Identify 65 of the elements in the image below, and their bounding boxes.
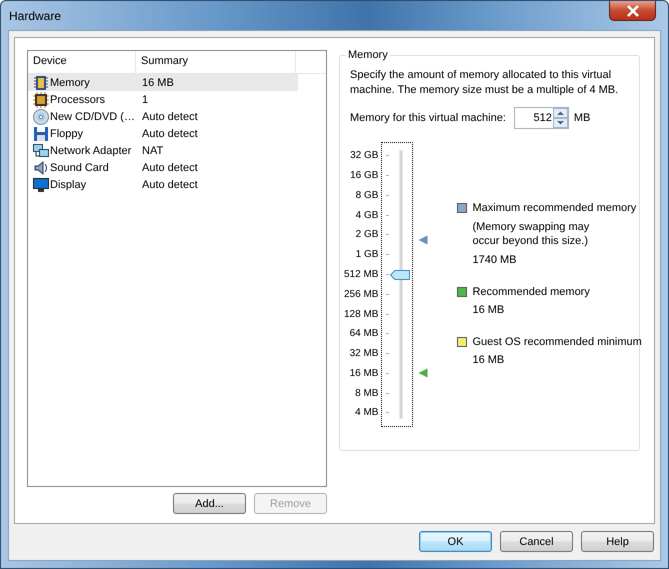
device-name: Display (50, 178, 86, 190)
close-icon (626, 4, 640, 16)
display-icon (33, 176, 49, 192)
dialog-button[interactable]: Cancel (500, 531, 573, 552)
scale-label: 128 MB (344, 308, 378, 320)
description-text: Specify the amount of memory allocated to this virtual machine. The memory size must be a multiple of 4 MB. (350, 68, 620, 98)
device-row[interactable]: New CD/DVD (… Auto detect (28, 108, 298, 125)
scale-label: 8 MB (355, 388, 378, 399)
memory-icon (33, 74, 49, 90)
device-row[interactable]: Memory 16 MB (28, 74, 298, 91)
legend-value: 16 MB (471, 304, 506, 316)
sound-icon (33, 160, 49, 176)
list-button[interactable]: Add... (173, 493, 246, 514)
legend-note: (Memory swapping may occur beyond this size.) (471, 220, 590, 248)
device-row[interactable]: Processors 1 (28, 91, 298, 108)
device-summary: NAT (141, 144, 164, 156)
device-summary: 1 (141, 94, 148, 106)
device-name: Floppy (50, 128, 84, 140)
device-name: Processors (50, 94, 106, 106)
scale-label: 32 MB (350, 348, 378, 360)
scale-label: 16 GB (350, 170, 378, 182)
device-row[interactable]: Display Auto detect (28, 176, 298, 193)
scale-label: 4 GB (356, 210, 378, 221)
scale-label: 256 MB (344, 288, 378, 300)
field-label: Memory for this virtual machine: (350, 112, 506, 124)
legend-label: Guest OS recommended minimum (472, 336, 642, 348)
legend-value: 16 MB (471, 354, 506, 366)
unit-label: MB (574, 112, 590, 124)
device-row[interactable]: Network Adapter NAT (28, 142, 298, 159)
slider-thumb[interactable] (390, 270, 410, 280)
dialog-button[interactable]: Help (581, 531, 654, 552)
legend-label: Recommended memory (472, 286, 590, 298)
processor-icon (33, 92, 49, 108)
dialog-button[interactable]: OK (419, 531, 492, 552)
device-summary: 16 MB (141, 76, 174, 88)
device-summary: Auto detect (141, 162, 198, 174)
device-name: Sound Card (50, 162, 109, 174)
scale-label: 8 GB (356, 190, 378, 201)
device-summary: Auto detect (141, 128, 198, 140)
column-header[interactable]: Device (28, 51, 136, 73)
device-row[interactable]: Floppy Auto detect (28, 125, 298, 142)
scale-label: 64 MB (350, 328, 378, 340)
scale-label: 4 MB (355, 407, 378, 418)
window-title: Hardware (9, 9, 62, 23)
scale-label: 32 GB (350, 150, 378, 162)
device-name: Network Adapter (50, 144, 132, 156)
network-icon (33, 142, 49, 158)
spin-arrows-icon[interactable] (552, 108, 568, 128)
group-title: Memory (346, 49, 390, 61)
floppy-icon (33, 126, 49, 142)
device-summary: Auto detect (141, 110, 198, 122)
device-name: New CD/DVD (… (50, 110, 135, 122)
column-header[interactable]: Summary (136, 51, 296, 73)
device-row[interactable]: Sound Card Auto detect (28, 159, 298, 176)
scale-label: 16 MB (350, 368, 378, 379)
close-button[interactable] (609, 1, 656, 21)
memory-spinbox[interactable]: 512 (514, 107, 569, 129)
device-name: Memory (50, 76, 90, 88)
scale-label: 1 GB (356, 249, 378, 260)
legend-label: Maximum recommended memory (472, 202, 636, 214)
device-summary: Auto detect (141, 178, 198, 190)
disc-icon (33, 108, 49, 124)
scale-label: 512 MB (344, 268, 378, 280)
legend-value: 1740 MB (471, 254, 518, 266)
scale-label: 2 GB (356, 229, 378, 240)
